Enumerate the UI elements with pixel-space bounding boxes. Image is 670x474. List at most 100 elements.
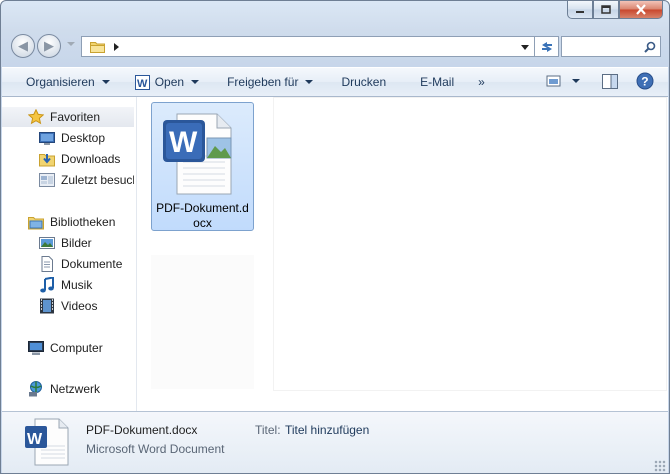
word-icon: W bbox=[134, 74, 150, 90]
navigation-bar: ◀ ▶ bbox=[9, 33, 661, 59]
share-label: Freigeben für bbox=[227, 75, 299, 89]
minimize-button[interactable] bbox=[567, 1, 593, 19]
open-label: Open bbox=[154, 75, 185, 89]
sidebar-item-pictures[interactable]: Bilder bbox=[39, 233, 92, 253]
email-label: E-Mail bbox=[420, 75, 455, 89]
pane-splitter[interactable] bbox=[136, 97, 143, 411]
svg-text:?: ? bbox=[641, 75, 648, 89]
library-icon bbox=[28, 217, 44, 230]
sidebar-item-label: Favoriten bbox=[50, 110, 101, 124]
file-name-label: PDF-Dokument.d ocx bbox=[152, 201, 253, 231]
sidebar-item-label: Bibliotheken bbox=[50, 215, 116, 229]
change-view-button[interactable] bbox=[542, 70, 584, 92]
details-title-label: Titel: bbox=[255, 423, 281, 437]
explorer-window: ◀ ▶ Organisieren W Open Freigeben für Dr… bbox=[0, 0, 670, 474]
sidebar-item-label: Zuletzt besucht bbox=[61, 173, 134, 187]
more-commands-label: » bbox=[478, 75, 485, 89]
computer-icon bbox=[28, 341, 44, 355]
word-document-icon: W bbox=[163, 113, 232, 195]
svg-text:W: W bbox=[27, 431, 43, 448]
sidebar-item-desktop[interactable]: Desktop bbox=[39, 128, 105, 148]
file-name-line-2: ocx bbox=[193, 216, 212, 230]
print-label: Drucken bbox=[341, 75, 387, 89]
sidebar-item-label: Netzwerk bbox=[50, 382, 101, 396]
downloads-icon bbox=[39, 154, 55, 167]
preview-pane-icon bbox=[602, 73, 618, 89]
organize-button[interactable]: Organisieren bbox=[17, 70, 119, 94]
sidebar-item-label: Desktop bbox=[61, 131, 106, 145]
sidebar-item-music[interactable]: Musik bbox=[39, 275, 92, 295]
sidebar-item-label: Downloads bbox=[61, 152, 121, 166]
print-button[interactable]: Drucken bbox=[332, 70, 395, 94]
refresh-button[interactable] bbox=[535, 36, 559, 57]
forward-button[interactable]: ▶ bbox=[37, 34, 61, 58]
chevron-down-icon bbox=[101, 80, 110, 84]
star-icon bbox=[28, 109, 44, 125]
caption-buttons bbox=[567, 1, 663, 19]
sidebar-item-label: Musik bbox=[61, 278, 93, 292]
chevron-down-icon bbox=[191, 80, 200, 84]
sidebar-item-computer[interactable]: Computer bbox=[28, 338, 103, 358]
main-area: Favoriten Desktop Downloads Zuletzt besu… bbox=[2, 97, 668, 411]
open-button[interactable]: W Open bbox=[126, 70, 208, 94]
search-box[interactable] bbox=[561, 36, 661, 57]
minimize-icon bbox=[576, 10, 584, 13]
maximize-button[interactable] bbox=[593, 1, 619, 19]
more-commands-button[interactable]: » bbox=[469, 70, 494, 94]
help-icon: ? bbox=[636, 72, 654, 90]
file-list-area[interactable]: W PDF-Dokument.d ocx bbox=[143, 97, 668, 411]
sidebar-item-recent-places[interactable]: Zuletzt besucht bbox=[39, 170, 134, 190]
details-title-field[interactable]: Titel hinzufügen bbox=[285, 423, 369, 437]
svg-text:W: W bbox=[169, 126, 198, 159]
details-file-type: Microsoft Word Document bbox=[86, 442, 225, 456]
folder-icon bbox=[90, 42, 105, 53]
sidebar-item-label: Computer bbox=[50, 341, 103, 355]
file-item[interactable]: W PDF-Dokument.d ocx bbox=[151, 102, 254, 231]
refresh-icon bbox=[541, 41, 552, 52]
chevron-down-icon bbox=[572, 79, 580, 83]
sidebar-item-network[interactable]: Netzwerk bbox=[28, 379, 100, 399]
view-icon bbox=[546, 75, 561, 87]
maximize-icon bbox=[601, 5, 611, 14]
network-icon bbox=[29, 381, 42, 397]
sidebar-item-favorites[interactable]: Favoriten bbox=[2, 107, 134, 127]
sidebar-item-downloads[interactable]: Downloads bbox=[39, 149, 120, 169]
resize-grip[interactable] bbox=[654, 460, 666, 472]
share-button[interactable]: Freigeben für bbox=[218, 70, 322, 94]
preview-pane-button[interactable] bbox=[596, 70, 624, 92]
address-bar[interactable] bbox=[81, 36, 535, 57]
search-input[interactable] bbox=[566, 38, 648, 57]
help-button[interactable]: ? bbox=[632, 70, 658, 92]
desktop-icon bbox=[39, 132, 55, 145]
recent-pages-dropdown[interactable] bbox=[67, 42, 75, 46]
sidebar-item-label: Bilder bbox=[61, 236, 92, 250]
path-separator-icon[interactable] bbox=[114, 43, 120, 51]
music-icon bbox=[40, 277, 54, 293]
empty-view-area bbox=[273, 97, 667, 391]
empty-item-slot bbox=[151, 255, 254, 389]
close-icon bbox=[636, 4, 646, 15]
command-bar: Organisieren W Open Freigeben für Drucke… bbox=[2, 67, 668, 97]
sidebar-item-videos[interactable]: Videos bbox=[39, 296, 97, 316]
sidebar-item-libraries[interactable]: Bibliotheken bbox=[28, 212, 115, 232]
view-controls: ? bbox=[542, 70, 658, 92]
organize-label: Organisieren bbox=[26, 75, 95, 89]
close-button[interactable] bbox=[619, 1, 663, 19]
search-icon[interactable] bbox=[644, 41, 656, 53]
address-history-dropdown-icon[interactable] bbox=[521, 45, 529, 50]
forward-arrow-icon: ▶ bbox=[44, 38, 54, 53]
sidebar-item-label: Videos bbox=[61, 299, 98, 313]
chevron-down-icon bbox=[305, 80, 314, 84]
email-button[interactable]: E-Mail bbox=[411, 70, 463, 94]
sidebar-item-label: Dokumente bbox=[61, 257, 123, 271]
sidebar-item-documents[interactable]: Dokumente bbox=[39, 254, 122, 274]
details-file-name: PDF-Dokument.docx bbox=[86, 423, 198, 437]
back-button[interactable]: ◀ bbox=[11, 34, 35, 58]
back-arrow-icon: ◀ bbox=[18, 38, 28, 53]
documents-icon bbox=[41, 256, 53, 272]
navigation-pane: Favoriten Desktop Downloads Zuletzt besu… bbox=[2, 97, 134, 411]
file-name-line-1: PDF-Dokument.d bbox=[156, 201, 249, 215]
pictures-icon bbox=[39, 237, 55, 249]
recent-places-icon bbox=[39, 173, 55, 187]
details-pane: W PDF-Dokument.docx Microsoft Word Docum… bbox=[2, 411, 668, 473]
